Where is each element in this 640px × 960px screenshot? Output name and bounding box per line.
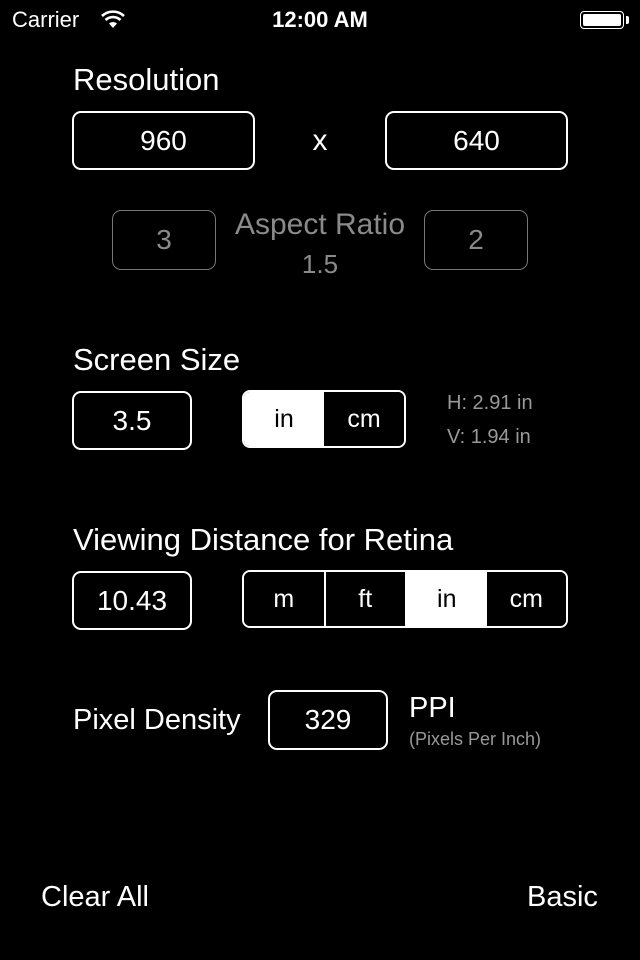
ppi-unit-label: PPI <box>409 692 456 724</box>
viewing-distance-input[interactable]: 10.43 <box>72 571 192 630</box>
screen-horizontal-size: H: 2.91 in <box>447 392 533 414</box>
viewing-distance-unit-cm[interactable]: cm <box>486 572 566 626</box>
basic-mode-button[interactable]: Basic <box>527 881 598 914</box>
resolution-separator: x <box>312 124 328 157</box>
screen-size-title: Screen Size <box>73 342 241 377</box>
aspect-ratio-right-input[interactable]: 2 <box>424 210 528 270</box>
viewing-distance-unit-in[interactable]: in <box>405 572 487 626</box>
screen-size-unit-cm[interactable]: cm <box>324 392 404 446</box>
resolution-height-input[interactable]: 640 <box>385 111 568 170</box>
clock: 12:00 AM <box>272 7 368 32</box>
pixel-density-input[interactable]: 329 <box>268 690 388 750</box>
screen-size-unit-selector: in cm <box>242 390 406 448</box>
pixel-density-title: Pixel Density <box>73 704 241 736</box>
viewing-distance-unit-selector: m ft in cm <box>242 570 568 628</box>
viewing-distance-unit-ft[interactable]: ft <box>323 572 405 626</box>
aspect-ratio-label: Aspect Ratio <box>234 208 406 241</box>
viewing-distance-title: Viewing Distance for Retina <box>73 522 454 557</box>
clear-all-button[interactable]: Clear All <box>41 881 149 914</box>
screen-size-input[interactable]: 3.5 <box>72 391 192 450</box>
resolution-title: Resolution <box>73 62 220 97</box>
battery-tip <box>626 16 629 24</box>
battery-icon <box>580 11 624 29</box>
aspect-ratio-value: 1.5 <box>301 249 339 279</box>
ppi-unit-description: (Pixels Per Inch) <box>409 729 542 749</box>
status-bar: Carrier 12:00 AM <box>0 0 640 40</box>
resolution-width-input[interactable]: 960 <box>72 111 255 170</box>
viewing-distance-unit-m[interactable]: m <box>244 572 324 626</box>
aspect-ratio-left-input[interactable]: 3 <box>112 210 216 270</box>
screen-size-unit-in[interactable]: in <box>244 392 324 446</box>
screen-vertical-size: V: 1.94 in <box>447 426 531 448</box>
